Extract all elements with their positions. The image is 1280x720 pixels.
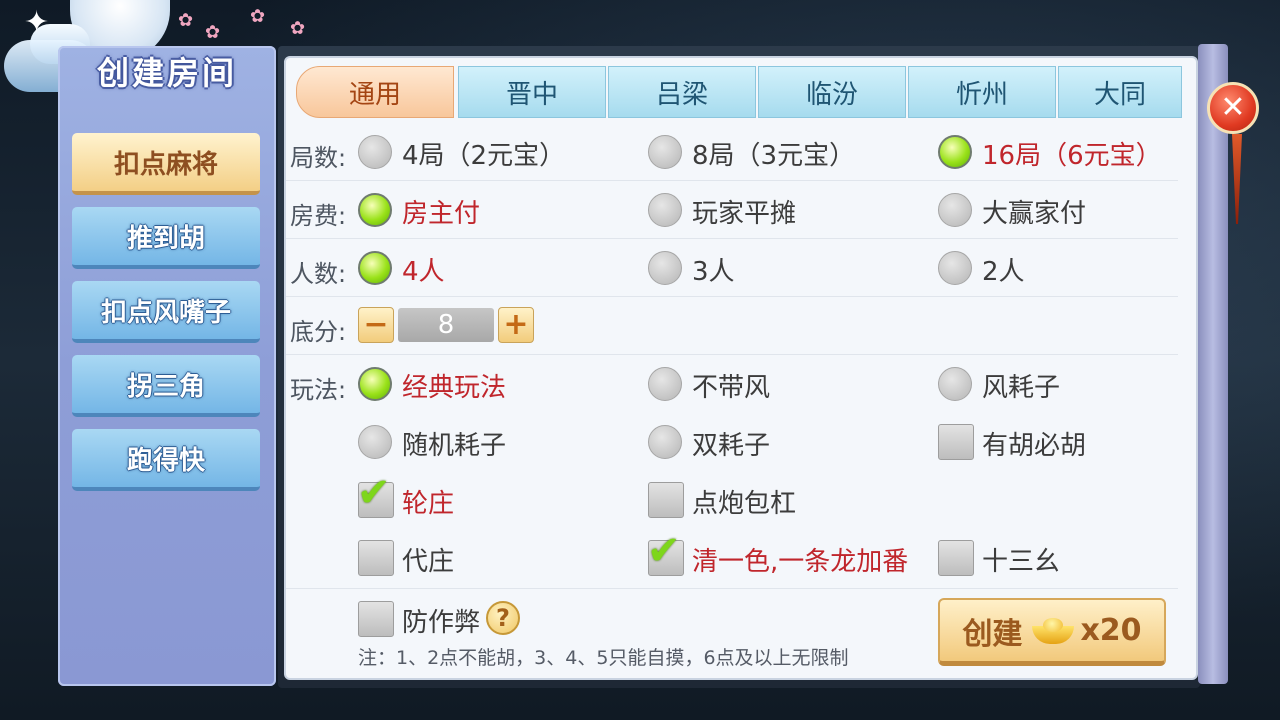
tab-jinzhong[interactable]: 晋中	[458, 66, 606, 118]
radio-random-wildcard[interactable]	[358, 425, 392, 459]
rule-note: 注：1、2点不能胡，3、4、5只能自摸，6点及以上无限制	[358, 647, 849, 669]
checkmark-icon: ✔	[647, 528, 681, 574]
base-score-label: 底分:	[290, 318, 347, 346]
gold-ingot-icon	[1032, 617, 1075, 644]
panel-title: 创建房间	[96, 54, 237, 92]
radio-players-3[interactable]	[648, 251, 682, 285]
create-cost: x20	[1080, 613, 1142, 648]
rounds-option-16[interactable]: 16局（6元宝）	[982, 135, 1162, 172]
checkbox-pure-straight-bonus[interactable]: ✔	[647, 531, 684, 576]
radio-no-wind[interactable]	[648, 367, 682, 401]
create-room-button[interactable]: 创建 x20	[938, 598, 1166, 666]
flower-icon: ✿	[205, 22, 221, 43]
players-option-3[interactable]: 3人	[692, 251, 735, 288]
game-button-guaisanjiao[interactable]: 拐三角	[72, 355, 260, 417]
radio-classic[interactable]	[358, 367, 392, 401]
decrease-button[interactable]: −	[358, 307, 394, 343]
checkbox-discard-pays-kong[interactable]	[648, 482, 684, 518]
panel-edge-decoration	[1198, 44, 1228, 684]
players-option-4[interactable]: 4人	[402, 251, 445, 288]
mode-option-classic[interactable]: 经典玩法	[402, 367, 506, 404]
players-label: 人数:	[290, 260, 347, 288]
checkbox-proxy-dealer[interactable]	[358, 540, 394, 576]
tab-lvliang[interactable]: 吕梁	[608, 66, 756, 118]
radio-fee-winner[interactable]	[938, 193, 972, 227]
tab-tongyong[interactable]: 通用	[296, 66, 454, 118]
game-button-tuidaohu[interactable]: 推到胡	[72, 207, 260, 269]
check-option-rotate-dealer[interactable]: 轮庄	[402, 483, 454, 520]
row-divider	[286, 180, 1178, 181]
bird-icon: ✦	[24, 5, 50, 40]
row-divider	[286, 588, 1178, 589]
mode-option-wind-wildcard[interactable]: 风耗子	[982, 367, 1060, 404]
tab-linfen[interactable]: 临汾	[758, 66, 906, 118]
check-option-proxy-dealer[interactable]: 代庄	[402, 541, 454, 578]
flower-icon: ✿	[250, 6, 266, 27]
mode-option-double-wildcard[interactable]: 双耗子	[692, 425, 770, 462]
fee-option-winner[interactable]: 大赢家付	[982, 193, 1086, 230]
fee-option-owner[interactable]: 房主付	[402, 193, 480, 230]
check-option-pure-straight-bonus[interactable]: 清一色,一条龙加番	[692, 541, 908, 578]
help-icon[interactable]: ?	[486, 601, 520, 635]
checkmark-icon: ✔	[357, 470, 391, 516]
radio-rounds-16[interactable]	[938, 135, 972, 169]
rounds-option-4[interactable]: 4局（2元宝）	[402, 135, 565, 172]
radio-players-2[interactable]	[938, 251, 972, 285]
check-option-discard-pays-kong[interactable]: 点炮包杠	[692, 483, 796, 520]
radio-rounds-4[interactable]	[358, 135, 392, 169]
flower-icon: ✿	[290, 18, 306, 39]
rounds-label: 局数:	[290, 144, 347, 172]
checkbox-thirteen-orphans[interactable]	[938, 540, 974, 576]
radio-wind-wildcard[interactable]	[938, 367, 972, 401]
fee-option-split[interactable]: 玩家平摊	[692, 193, 796, 230]
checkbox-rotate-dealer[interactable]: ✔	[357, 473, 394, 518]
game-button-paodekuai[interactable]: 跑得快	[72, 429, 260, 491]
game-button-koudian-majiang[interactable]: 扣点麻将	[72, 133, 260, 195]
radio-fee-split[interactable]	[648, 193, 682, 227]
increase-button[interactable]: +	[498, 307, 534, 343]
row-divider	[286, 238, 1178, 239]
players-option-2[interactable]: 2人	[982, 251, 1025, 288]
rounds-option-8[interactable]: 8局（3元宝）	[692, 135, 855, 172]
row-divider	[286, 354, 1178, 355]
game-button-koudian-fengzuizi[interactable]: 扣点风嘴子	[72, 281, 260, 343]
radio-fee-owner[interactable]	[358, 193, 392, 227]
create-button-label: 创建	[962, 616, 1023, 652]
row-divider	[286, 296, 1178, 297]
check-option-anti-cheat[interactable]: 防作弊	[402, 602, 480, 639]
check-option-thirteen-orphans[interactable]: 十三幺	[982, 541, 1060, 578]
base-score-value: 8	[398, 308, 494, 342]
flower-icon: ✿	[178, 10, 194, 31]
check-option-must-win[interactable]: 有胡必胡	[982, 425, 1086, 462]
play-mode-label: 玩法:	[290, 376, 347, 404]
checkbox-must-win[interactable]	[938, 424, 974, 460]
mode-option-no-wind[interactable]: 不带风	[692, 367, 770, 404]
tab-datong[interactable]: 大同	[1058, 66, 1182, 118]
tab-xinzhou[interactable]: 忻州	[908, 66, 1056, 118]
checkbox-anti-cheat[interactable]	[358, 601, 394, 637]
close-button[interactable]: ✕	[1207, 82, 1259, 134]
radio-rounds-8[interactable]	[648, 135, 682, 169]
fee-label: 房费:	[290, 202, 347, 230]
radio-players-4[interactable]	[358, 251, 392, 285]
radio-double-wildcard[interactable]	[648, 425, 682, 459]
mode-option-random-wildcard[interactable]: 随机耗子	[402, 425, 506, 462]
